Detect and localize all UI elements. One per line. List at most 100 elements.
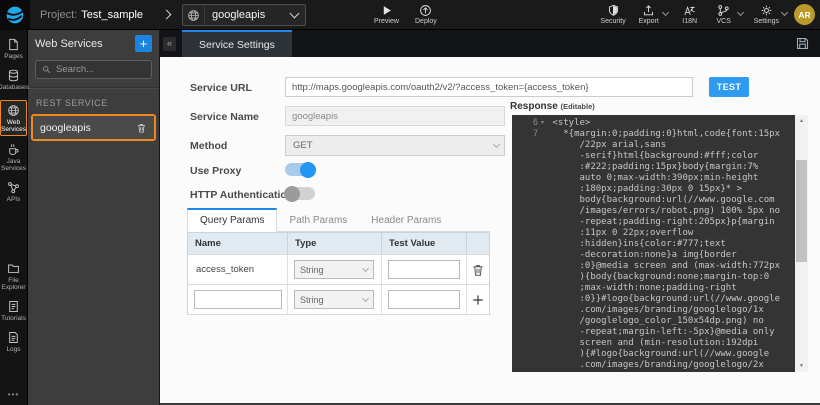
param-type-select[interactable]: String [294, 290, 374, 309]
topbar-action-button[interactable]: Settings [754, 2, 779, 25]
code-text: :hidden}ins{color:#777;text [547, 239, 795, 250]
code-text: :180px;padding:30px 0 15px}* > [547, 184, 795, 195]
rail-item[interactable]: Pages [0, 38, 27, 60]
code-text: -repeat;padding-right:205px}p{margin [547, 217, 795, 228]
delete-row-icon[interactable] [471, 263, 485, 277]
rail-item-icon [7, 300, 20, 313]
more-dots-icon[interactable]: ••• [8, 390, 19, 399]
code-text: ){#logo{background:url(//www.google [547, 349, 795, 360]
chevron-down-icon [290, 9, 300, 19]
code-line: ▾ -repeat;padding-right:205px}p{margin [512, 217, 795, 228]
param-name-input[interactable] [194, 290, 282, 309]
topbar-action-icon [642, 4, 655, 17]
method-select[interactable]: GET [285, 135, 505, 156]
rail-item-label: Pages [4, 53, 22, 60]
rail-item[interactable]: Java Services [0, 143, 27, 172]
top-bar: Project: Test_sample googleapis Preview … [0, 0, 820, 30]
response-code-editor[interactable]: 6 ▾ <style> 7 ▾ *{margin:0;padding:0}htm… [512, 115, 808, 372]
code-line: ▾ ){body{background:none;margin-top:0 [512, 272, 795, 283]
rail-item[interactable]: File Explorer [0, 262, 27, 291]
params-tab[interactable]: Header Params [359, 208, 453, 232]
service-name-input[interactable] [285, 106, 505, 126]
save-icon [795, 36, 810, 51]
header-type: Type [288, 233, 382, 254]
editor-scrollbar[interactable]: ▲ ▼ [795, 115, 808, 372]
rail-item[interactable]: Web Services [0, 100, 27, 136]
topbar-action-label: I18N [682, 18, 697, 25]
topbar-action-button[interactable]: Export [638, 2, 660, 25]
topbar-action-button[interactable]: VCS [713, 2, 735, 25]
code-text: /googlelogo_color_150x54dp.png) no [547, 316, 795, 327]
wavemaker-logo-icon [5, 5, 25, 25]
app-logo[interactable] [0, 0, 30, 30]
line-number [512, 140, 538, 151]
trash-icon[interactable] [136, 122, 147, 134]
rail-item[interactable]: APIs [0, 181, 27, 203]
rail-item[interactable]: Tutorials [0, 300, 27, 322]
service-name-label: Service Name [190, 111, 259, 123]
topbar-action-button[interactable]: Preview [374, 2, 399, 25]
user-avatar[interactable]: AR [794, 4, 815, 25]
fold-caret-icon[interactable]: ▾ [538, 118, 547, 129]
service-url-label: Service URL [190, 82, 252, 94]
line-number [512, 184, 538, 195]
code-text: *{margin:0;padding:0}html,code{font:15px [547, 129, 795, 140]
rest-service-section-label: REST SERVICE [28, 89, 159, 114]
code-text: /images/errors/robot.png) 100% 5px no [547, 206, 795, 217]
topbar-action-icon [419, 4, 432, 17]
line-number [512, 316, 538, 327]
topbar-action-icon [683, 4, 696, 17]
param-type-select[interactable]: String [294, 260, 374, 279]
scrollbar-thumb[interactable] [796, 160, 807, 262]
table-header-row: Name Type Test Value [188, 233, 489, 254]
rail-item[interactable]: Logs [0, 331, 27, 353]
annotation-highlight: googleapis [31, 114, 156, 141]
code-line: ▾ screen and (min-resolution:192dpi [512, 338, 795, 349]
chevron-down-icon [357, 261, 373, 278]
rail-item[interactable]: Databases [0, 69, 27, 91]
topbar-action-label: Security [600, 18, 625, 25]
service-list-item-googleapis[interactable]: googleapis [33, 116, 154, 139]
code-text: :#222;padding:15px}body{margin:7% [547, 162, 795, 173]
line-number [512, 239, 538, 250]
topbar-action-button[interactable]: Security [600, 2, 625, 25]
save-button[interactable] [795, 36, 810, 51]
toolbar-right: Security Export I18N VCS [600, 2, 786, 25]
line-number [512, 294, 538, 305]
rail-item-label: Logs [6, 346, 20, 353]
tab-service-settings[interactable]: Service Settings [182, 30, 292, 57]
topbar-action-button[interactable]: I18N [679, 2, 701, 25]
chevron-down-icon [488, 136, 504, 155]
http-auth-label: HTTP Authentication [190, 189, 293, 201]
project-label: Project: [40, 9, 77, 21]
param-type-value: String [295, 265, 357, 275]
code-area[interactable]: 6 ▾ <style> 7 ▾ *{margin:0;padding:0}htm… [512, 115, 795, 372]
param-test-value-input[interactable] [388, 290, 460, 309]
use-proxy-toggle[interactable] [285, 163, 315, 176]
service-url-input[interactable] [285, 77, 693, 97]
code-line: ▾ -decoration:none}a img{border [512, 250, 795, 261]
search-input[interactable] [56, 64, 145, 75]
test-button[interactable]: TEST [709, 77, 749, 97]
param-type-value: String [295, 295, 357, 305]
scroll-down-arrow-icon[interactable]: ▼ [795, 360, 808, 372]
code-line: ▾ auto 0;max-width:390px;min-height [512, 173, 795, 184]
add-service-button[interactable]: + [135, 35, 152, 52]
code-line: ▾ .com/images/branding/googlelogo/1x [512, 305, 795, 316]
scroll-up-arrow-icon[interactable]: ▲ [795, 115, 808, 127]
code-text: /22px arial,sans [547, 140, 795, 151]
params-tab[interactable]: Query Params [187, 208, 277, 232]
topbar-action-button[interactable]: Deploy [415, 2, 437, 25]
collapse-panel-button[interactable]: « [163, 37, 176, 51]
topbar-action-label: Deploy [415, 18, 437, 25]
http-authentication-toggle[interactable] [285, 187, 315, 200]
params-tab[interactable]: Path Params [277, 208, 359, 232]
service-selector-dropdown[interactable]: googleapis [182, 4, 306, 26]
code-line: ▾ ){#logo{background:url(//www.google [512, 349, 795, 360]
param-test-value-input[interactable] [388, 260, 460, 279]
topbar-action-icon [380, 4, 393, 17]
search-icon [42, 65, 51, 74]
params-tab-bar: Query Params Path Params Header Params [187, 208, 490, 232]
chevron-down-icon [781, 9, 788, 16]
add-row-icon[interactable] [471, 293, 485, 307]
